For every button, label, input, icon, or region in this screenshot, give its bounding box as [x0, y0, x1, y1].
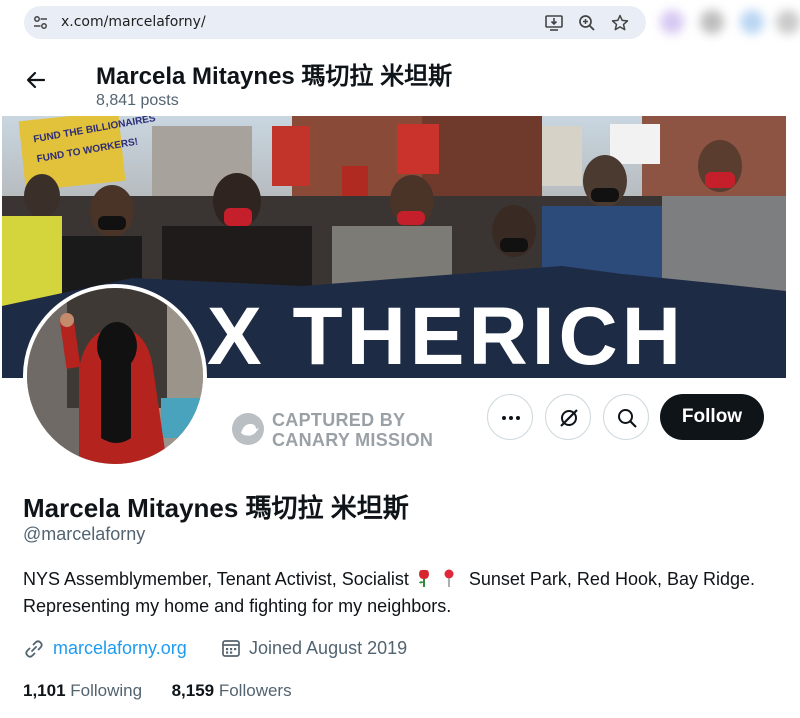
header-display-name: Marcela Mitaynes 瑪切拉 米坦斯: [96, 63, 453, 90]
watermark: CAPTURED BY CANARY MISSION: [232, 410, 442, 450]
extension-icon[interactable]: [740, 10, 764, 34]
canary-bird-icon: [232, 413, 264, 445]
header-post-count: 8,841 posts: [96, 92, 179, 109]
back-arrow-icon[interactable]: [24, 68, 48, 92]
avatar[interactable]: [23, 284, 207, 468]
extension-icon[interactable]: [700, 10, 724, 34]
browser-toolbar: x.com/marcelaforny/: [0, 0, 800, 44]
watermark-line1: CAPTURED BY: [272, 410, 406, 430]
calendar-icon: [222, 640, 240, 657]
profile-bio: NYS Assemblymember, Tenant Activist, Soc…: [23, 566, 763, 620]
follow-stats: 1,101 Following 8,159 Followers: [23, 681, 292, 701]
watermark-line2: CANARY MISSION: [272, 430, 434, 450]
search-button[interactable]: [603, 394, 649, 440]
rose-emoji-icon: [418, 569, 429, 587]
url-text[interactable]: x.com/marcelaforny/: [61, 14, 206, 30]
link-icon: [25, 640, 43, 658]
following-label: Following: [70, 681, 143, 700]
follow-button[interactable]: Follow: [660, 394, 764, 440]
followers-link[interactable]: 8,159 Followers: [172, 681, 292, 700]
grok-icon: [560, 409, 578, 427]
map-pin-emoji-icon: [444, 569, 454, 587]
profile-name: Marcela Mitaynes 瑪切拉 米坦斯: [23, 493, 409, 523]
following-link[interactable]: 1,101 Following: [23, 681, 147, 700]
extension-icon[interactable]: [660, 10, 684, 34]
followers-label: Followers: [218, 681, 292, 700]
profile-handle: @marcelaforny: [23, 524, 146, 544]
grok-button[interactable]: [545, 394, 591, 440]
joined-date: Joined August 2019: [249, 638, 408, 658]
more-button[interactable]: [487, 394, 533, 440]
following-count: 1,101: [23, 681, 66, 700]
address-bar[interactable]: x.com/marcelaforny/: [24, 6, 646, 39]
search-icon: [618, 409, 637, 428]
site-info-icon[interactable]: [32, 14, 49, 31]
website-link[interactable]: marcelaforny.org: [53, 638, 187, 659]
extension-icon[interactable]: [776, 10, 800, 34]
banner-protest-text: X THERICH: [207, 291, 685, 378]
followers-count: 8,159: [171, 681, 215, 700]
bio-text: NYS Assemblymember, Tenant Activist, Soc…: [23, 569, 409, 589]
install-app-icon[interactable]: [544, 13, 564, 33]
zoom-icon[interactable]: [577, 13, 597, 33]
bookmark-star-icon[interactable]: [610, 13, 630, 33]
more-icon: [502, 416, 520, 420]
